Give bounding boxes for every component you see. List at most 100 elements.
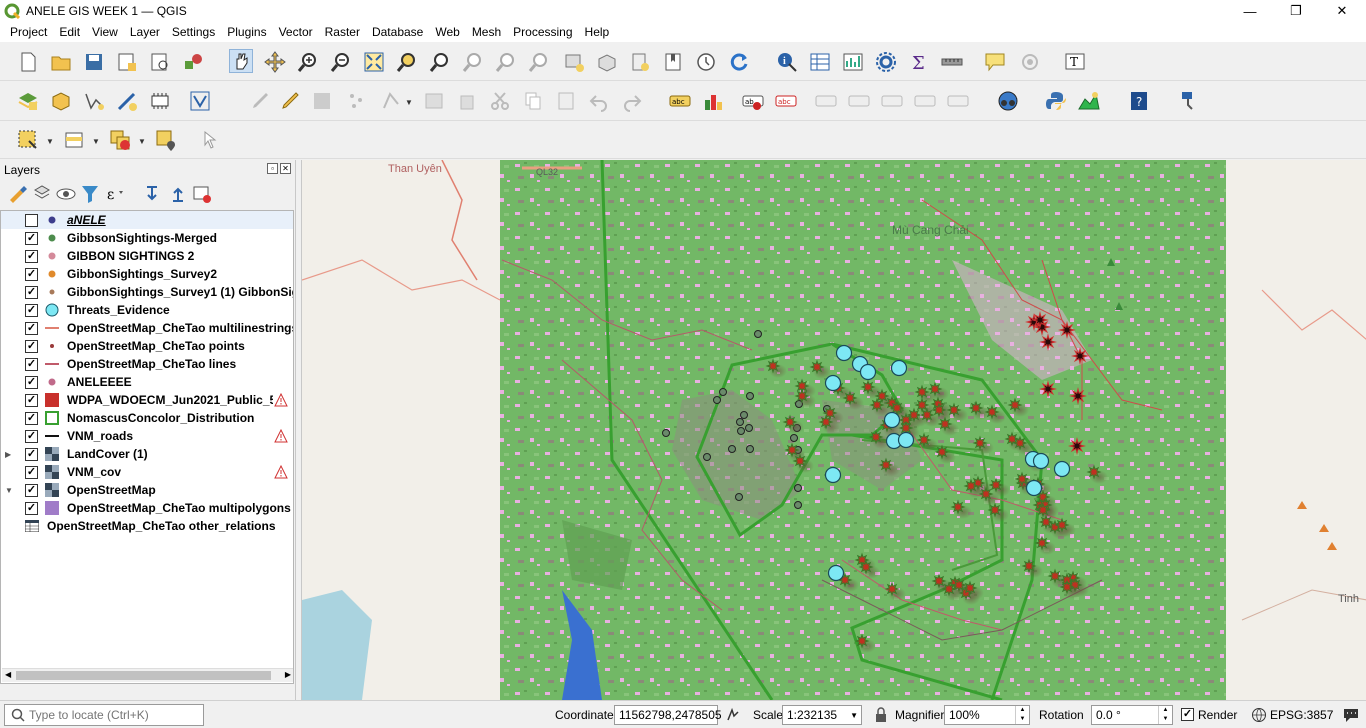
text-annotation-icon[interactable]: T <box>1063 50 1087 74</box>
layer-checkbox[interactable]: ✓ <box>25 411 38 425</box>
lock-scale-icon[interactable] <box>874 707 888 723</box>
modify-attributes-icon[interactable] <box>422 89 446 113</box>
add-point-feature-icon[interactable] <box>345 89 369 113</box>
paste-features-icon[interactable] <box>554 89 578 113</box>
layer-checkbox[interactable] <box>25 213 38 227</box>
layer-checkbox[interactable]: ✓ <box>25 231 38 245</box>
layer-checkbox[interactable]: ✓ <box>25 447 38 461</box>
copy-features-icon[interactable] <box>521 89 545 113</box>
python-console-icon[interactable] <box>1044 89 1068 113</box>
globe-plugin-icon[interactable] <box>996 89 1020 113</box>
label-change-icon[interactable] <box>913 89 937 113</box>
sum-icon[interactable]: Σ <box>907 50 931 74</box>
close-button[interactable]: ✕ <box>1319 0 1365 22</box>
select-by-value-icon[interactable] <box>62 128 86 152</box>
menu-vector[interactable]: Vector <box>273 25 319 39</box>
zoom-native-icon[interactable] <box>461 50 485 74</box>
delete-selected-icon[interactable] <box>455 89 479 113</box>
pan-to-selection-icon[interactable] <box>263 50 287 74</box>
layer-row[interactable]: ✓ Threats_Evidence <box>1 301 293 319</box>
add-group-icon[interactable] <box>30 182 54 206</box>
refresh-icon[interactable] <box>727 50 751 74</box>
vertex-dropdown-icon[interactable]: ▼ <box>405 98 413 107</box>
rotation-spinner-icon[interactable]: ▲ ▼ <box>1158 706 1172 724</box>
layer-row[interactable]: ✓ OpenStreetMap_CheTao lines <box>1 355 293 373</box>
zoom-to-layer-icon[interactable] <box>428 50 452 74</box>
profile-tool-icon[interactable] <box>1077 89 1101 113</box>
new-print-layout-icon[interactable] <box>115 50 139 74</box>
scroll-left-icon[interactable]: ◀ <box>5 670 11 679</box>
vertex-tool-icon[interactable] <box>380 89 404 113</box>
new-shapefile-layer-icon[interactable] <box>82 89 106 113</box>
help-contents-icon[interactable]: ? <box>1127 89 1151 113</box>
menu-view[interactable]: View <box>86 25 124 39</box>
menu-mesh[interactable]: Mesh <box>466 25 507 39</box>
layer-row[interactable]: ✓ GibbonSightings_Survey1 (1) GibbonSigh… <box>1 283 293 301</box>
map-canvas[interactable]: Than Uyên Mù Cang Chải Tinh QL32 <box>301 160 1366 700</box>
warning-icon[interactable] <box>274 465 288 479</box>
layer-row[interactable]: ▼ ✓ OpenStreetMap <box>1 481 293 499</box>
new-bookmark-icon[interactable] <box>628 50 652 74</box>
rotation-field[interactable]: 0.0 ° ▲ ▼ <box>1091 705 1173 725</box>
pan-map-icon[interactable] <box>229 49 253 73</box>
scroll-thumb[interactable] <box>16 671 271 680</box>
magnifier-spinner-icon[interactable]: ▲ ▼ <box>1015 706 1029 724</box>
new-spatialite-layer-icon[interactable] <box>115 89 139 113</box>
current-edits-icon[interactable] <box>248 89 272 113</box>
layer-row[interactable]: OpenStreetMap_CheTao other_relations <box>1 517 293 535</box>
layer-checkbox[interactable]: ✓ <box>25 285 38 299</box>
label-pin-icon[interactable]: ab <box>741 89 765 113</box>
labeling-toolbar-icon[interactable]: abc <box>668 89 692 113</box>
messages-icon[interactable] <box>1342 706 1360 724</box>
menu-edit[interactable]: Edit <box>53 25 86 39</box>
layer-checkbox[interactable]: ✓ <box>25 303 38 317</box>
maximize-button[interactable]: ❐ <box>1273 0 1319 22</box>
deselect-dropdown-icon[interactable]: ▼ <box>138 137 146 146</box>
panel-float-icon[interactable]: ▫ <box>267 163 278 174</box>
layer-row[interactable]: ✓ GIBBON SIGHTINGS 2 <box>1 247 293 265</box>
layer-checkbox[interactable]: ✓ <box>25 339 38 353</box>
toggle-editing-icon[interactable] <box>278 89 302 113</box>
undo-icon[interactable] <box>587 89 611 113</box>
temporal-controller-icon[interactable] <box>694 50 718 74</box>
open-project-icon[interactable] <box>49 50 73 74</box>
redo-icon[interactable] <box>620 89 644 113</box>
measure-line-icon[interactable] <box>940 50 964 74</box>
zoom-to-selection-icon[interactable] <box>395 50 419 74</box>
render-checkbox[interactable]: ✓ <box>1181 708 1194 721</box>
zoom-next-icon[interactable] <box>527 50 551 74</box>
layer-checkbox[interactable]: ✓ <box>25 249 38 263</box>
new-map-view-icon[interactable] <box>562 50 586 74</box>
minimize-button[interactable]: — <box>1227 0 1273 22</box>
menu-plugins[interactable]: Plugins <box>221 25 272 39</box>
panel-close-icon[interactable]: ✕ <box>280 163 291 174</box>
layer-checkbox[interactable]: ✓ <box>25 321 38 335</box>
layer-row[interactable]: ✓ OpenStreetMap_CheTao multilinestrings <box>1 319 293 337</box>
layer-row[interactable]: ✓ VNM_cov <box>1 463 293 481</box>
label-show-hide-icon[interactable] <box>847 89 871 113</box>
layer-row[interactable]: ✓ GibbsonSightings-Merged <box>1 229 293 247</box>
layer-row[interactable]: ✓ NomascusConcolor_Distribution <box>1 409 293 427</box>
menu-project[interactable]: Project <box>4 25 53 39</box>
warning-icon[interactable] <box>274 393 288 407</box>
layout-manager-icon[interactable] <box>148 50 172 74</box>
menu-processing[interactable]: Processing <box>507 25 578 39</box>
scroll-right-icon[interactable]: ▶ <box>285 670 291 679</box>
expand-arrow-icon[interactable]: ▶ <box>5 450 11 459</box>
decorations-icon[interactable] <box>1018 50 1042 74</box>
open-attribute-table-icon[interactable] <box>808 50 832 74</box>
filter-by-expression-icon[interactable]: ε <box>104 182 128 206</box>
layer-row[interactable]: ✓ GibbonSightings_Survey2 <box>1 265 293 283</box>
layer-row[interactable]: ✓ VNM_roads <box>1 427 293 445</box>
zoom-in-icon[interactable] <box>296 50 320 74</box>
label-highlight-icon[interactable]: abc <box>774 89 798 113</box>
layer-row-anele[interactable]: aNELE <box>1 211 293 229</box>
deselect-features-icon[interactable] <box>108 128 132 152</box>
open-statistical-summary-icon[interactable] <box>841 50 865 74</box>
menu-layer[interactable]: Layer <box>124 25 166 39</box>
toggle-extents-icon[interactable] <box>725 707 741 723</box>
select-by-value-dropdown-icon[interactable]: ▼ <box>92 137 100 146</box>
layers-horizontal-scrollbar[interactable]: ◀ ▶ <box>2 668 293 682</box>
layer-checkbox[interactable]: ✓ <box>25 483 38 497</box>
zoom-last-icon[interactable] <box>494 50 518 74</box>
